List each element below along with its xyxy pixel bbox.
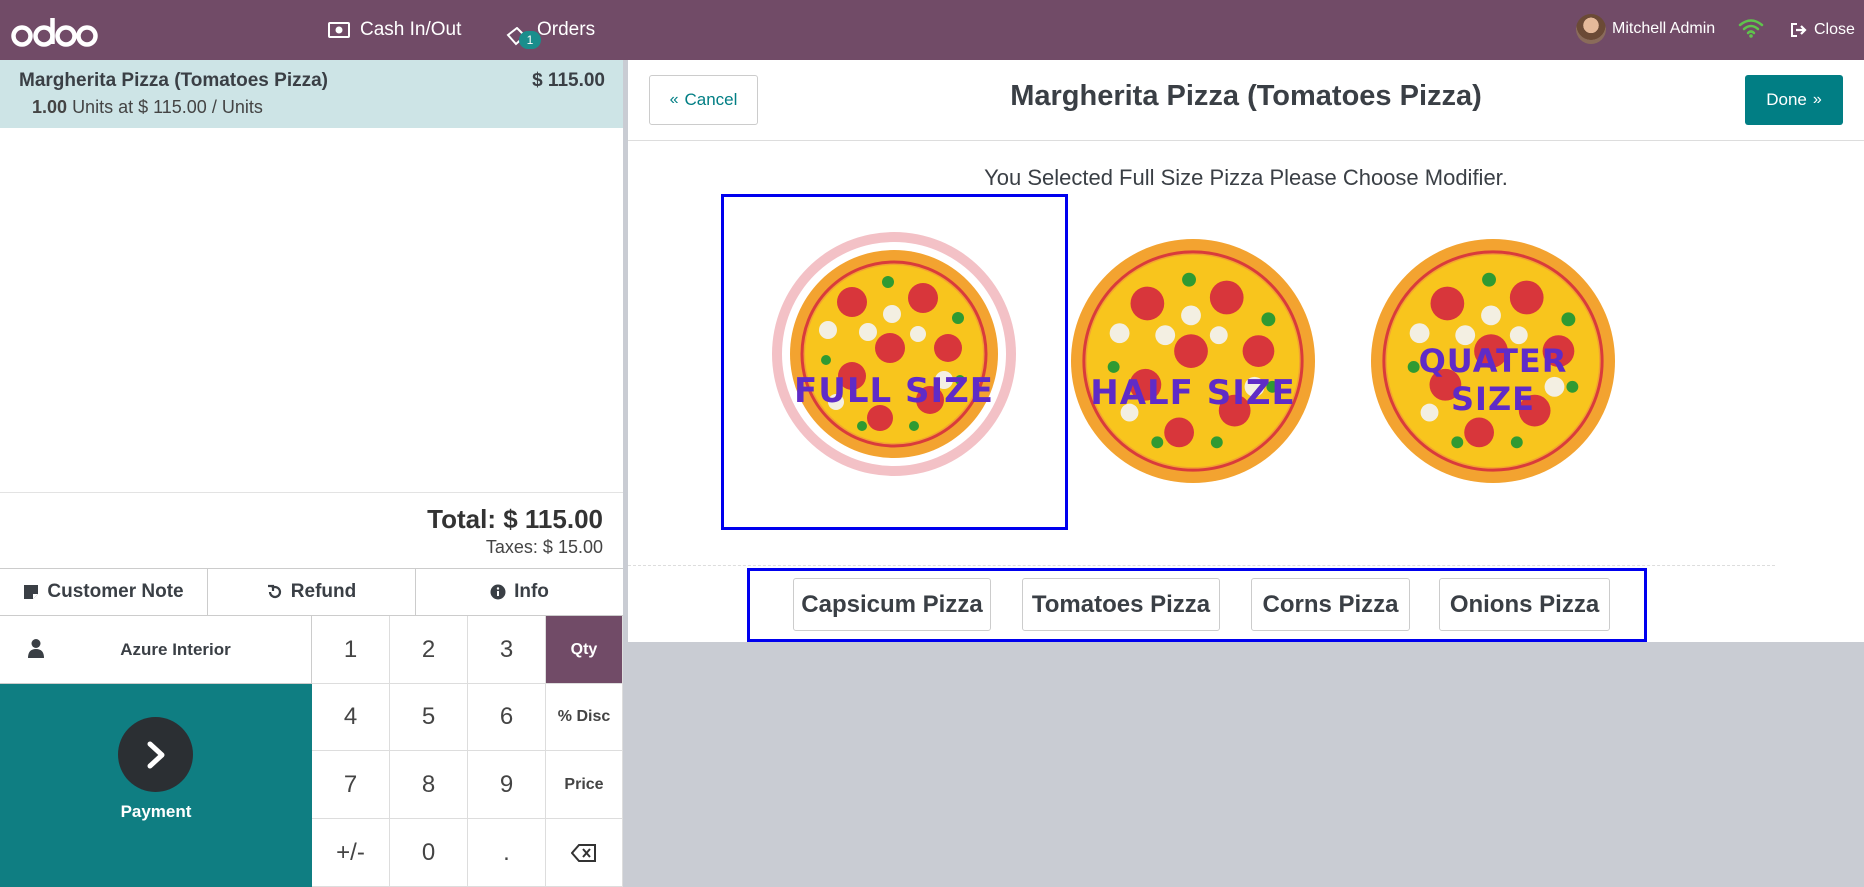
customer-note-button[interactable]: Customer Note: [0, 569, 208, 615]
order-line-qty: 1.00: [32, 97, 68, 117]
refund-button[interactable]: Refund: [208, 569, 416, 615]
orders-button[interactable]: 1 Orders: [505, 0, 595, 60]
order-line[interactable]: Margherita Pizza (Tomatoes Pizza) $ 115.…: [0, 60, 623, 128]
numpad-key-2[interactable]: 2: [390, 616, 468, 684]
size-option-quarter[interactable]: QUATER SIZE: [1370, 238, 1616, 484]
numpad-key-0[interactable]: 0: [390, 819, 468, 887]
numpad-backspace-button[interactable]: [546, 819, 623, 887]
modifier-tomatoes-pizza[interactable]: Tomatoes Pizza: [1022, 578, 1220, 631]
user-name: Mitchell Admin: [1612, 20, 1716, 37]
orders-label: Orders: [537, 19, 596, 40]
size-options: FULL SIZE HALF SIZE QUATER SIZE: [628, 60, 1864, 642]
payment-circle: [118, 717, 193, 792]
customer-note-label: Customer Note: [47, 581, 184, 602]
cash-in-out-label: Cash In/Out: [360, 19, 462, 40]
backspace-icon: [571, 843, 596, 862]
sign-out-icon: [1791, 23, 1807, 37]
info-label: Info: [514, 581, 549, 602]
sticky-note-icon: [24, 585, 39, 599]
order-line-product: Margherita Pizza (Tomatoes Pizza): [19, 70, 328, 91]
chevron-right-icon: [147, 741, 164, 768]
popup-divider: [628, 565, 1775, 566]
cash-in-out-button[interactable]: Cash In/Out: [328, 0, 461, 60]
numpad-key-4[interactable]: 4: [312, 684, 390, 751]
numpad-key-7[interactable]: 7: [312, 751, 390, 819]
avatar: [1576, 14, 1606, 44]
numpad-mode-qty[interactable]: Qty: [546, 616, 623, 684]
top-bar: Cash In/Out 1 Orders Mitchell Admin Clos…: [0, 0, 1864, 60]
ticket-icon: 1: [505, 19, 541, 49]
wifi-icon: [1738, 19, 1764, 38]
orders-badge: 1: [519, 31, 541, 49]
customer-name: Azure Interior: [120, 639, 231, 659]
payment-label: Payment: [120, 802, 192, 821]
money-icon: [328, 22, 350, 38]
info-button[interactable]: Info: [416, 569, 623, 615]
numpad-key-5[interactable]: 5: [390, 684, 468, 751]
user-icon: [28, 639, 44, 658]
order-taxes: Taxes: $ 15.00: [485, 537, 603, 557]
product-configurator-popup: « Cancel Margherita Pizza (Tomatoes Pizz…: [628, 60, 1864, 642]
numpad-key-6[interactable]: 6: [468, 684, 546, 751]
control-buttons: Customer Note Refund Info: [0, 568, 623, 616]
order-line-info: 1.00 Units at $ 115.00 / Units: [32, 97, 263, 118]
customer-button[interactable]: Azure Interior: [0, 616, 312, 684]
size-option-half[interactable]: HALF SIZE: [1070, 238, 1316, 484]
numpad: 1 2 3 Qty 4 5 6 % Disc 7 8 9 Price +/- 0…: [312, 616, 623, 887]
numpad-mode-discount[interactable]: % Disc: [546, 684, 623, 751]
modifier-corns-pizza[interactable]: Corns Pizza: [1251, 578, 1410, 631]
modifier-onions-pizza[interactable]: Onions Pizza: [1439, 578, 1610, 631]
summary-divider: [0, 492, 623, 493]
numpad-key-decimal[interactable]: .: [468, 819, 546, 887]
order-panel: Margherita Pizza (Tomatoes Pizza) $ 115.…: [0, 60, 627, 887]
undo-icon: [267, 584, 281, 599]
numpad-key-8[interactable]: 8: [390, 751, 468, 819]
size-label-half: HALF SIZE: [1090, 373, 1296, 413]
size-label-full: FULL SIZE: [793, 371, 995, 411]
numpad-mode-price[interactable]: Price: [546, 751, 623, 819]
user-menu[interactable]: Mitchell Admin: [1576, 14, 1715, 44]
order-line-unit-info: Units at $ 115.00 / Units: [72, 97, 263, 117]
order-line-price: $ 115.00: [532, 70, 605, 91]
modifier-capsicum-pizza[interactable]: Capsicum Pizza: [793, 578, 991, 631]
numpad-key-1[interactable]: 1: [312, 616, 390, 684]
numpad-key-3[interactable]: 3: [468, 616, 546, 684]
order-total: Total: $ 115.00: [427, 504, 603, 534]
refund-label: Refund: [290, 581, 357, 602]
size-label-quarter: QUATER SIZE: [1418, 342, 1568, 418]
odoo-logo[interactable]: [10, 8, 100, 52]
size-option-full[interactable]: FULL SIZE: [770, 230, 1018, 478]
info-icon: [490, 584, 506, 600]
pizza-full-image: [772, 232, 1016, 476]
close-label: Close: [1814, 21, 1855, 38]
numpad-key-9[interactable]: 9: [468, 751, 546, 819]
close-button[interactable]: Close: [1790, 0, 1855, 60]
numpad-key-plus-minus[interactable]: +/-: [312, 819, 390, 887]
pizza-half-image: [1070, 238, 1316, 484]
payment-button[interactable]: Payment: [0, 684, 312, 887]
